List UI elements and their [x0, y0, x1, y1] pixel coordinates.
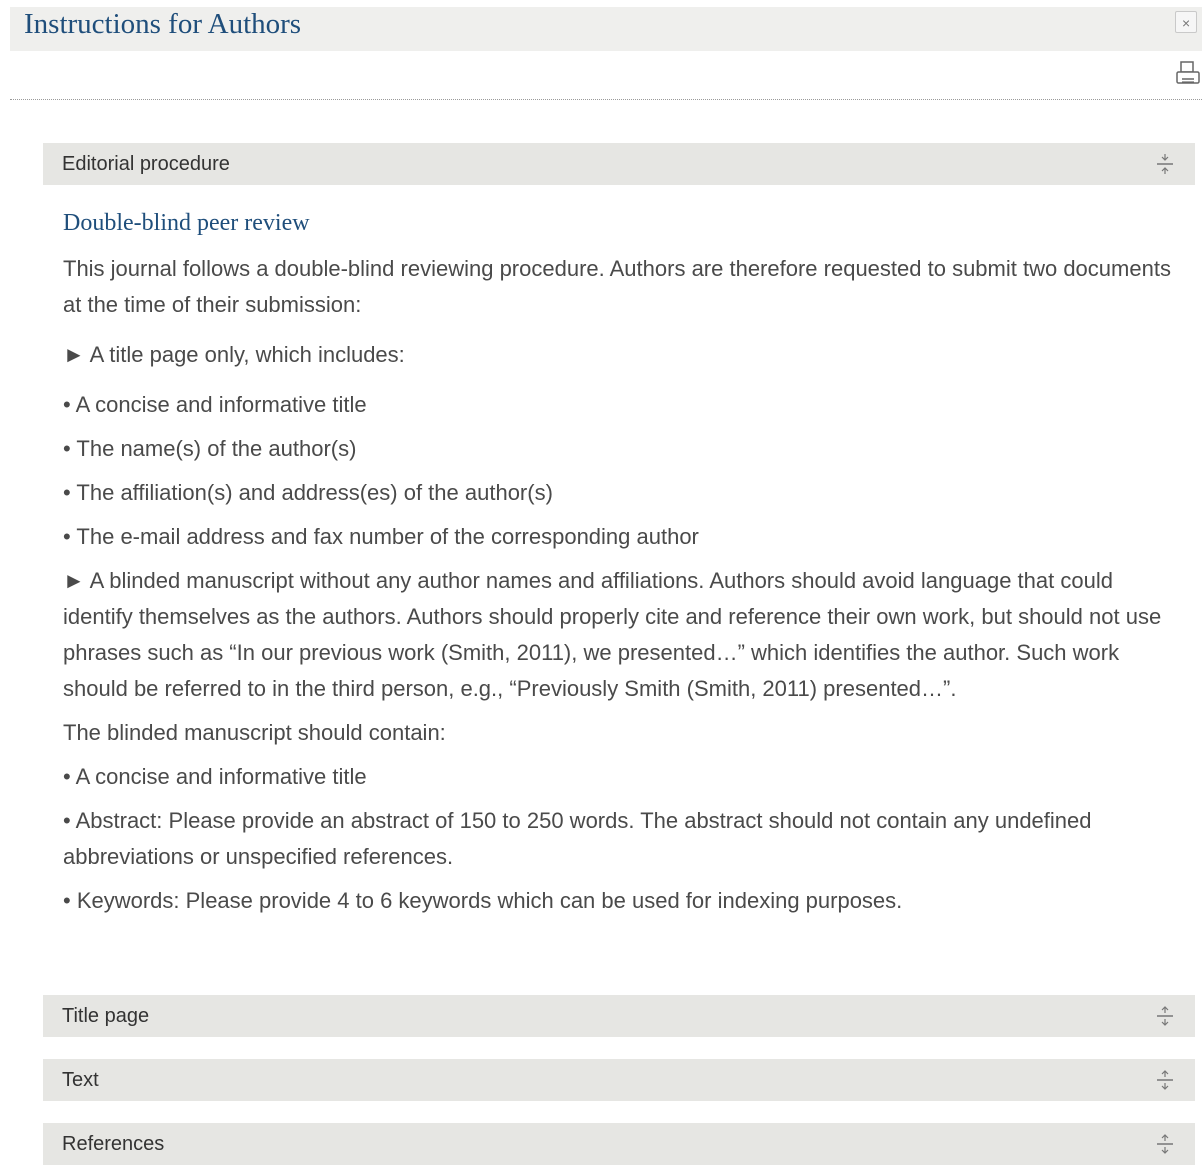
section-header-editorial-procedure[interactable]: Editorial procedure: [43, 143, 1195, 185]
expand-icon: [1157, 1006, 1173, 1026]
list-item: • Abstract: Please provide an abstract o…: [63, 808, 1092, 869]
sub-heading: Double-blind peer review: [63, 210, 310, 236]
paragraph: The blinded manuscript should contain:: [63, 720, 446, 745]
paragraph: This journal follows a double-blind revi…: [63, 256, 1171, 317]
page-title: Instructions for Authors: [24, 8, 302, 40]
list-item: • The name(s) of the author(s): [63, 436, 357, 461]
printer-icon: [1176, 61, 1200, 84]
list-item: ► A title page only, which includes:: [63, 342, 405, 367]
section-content-editorial-procedure: Double-blind peer review This journal fo…: [63, 209, 1183, 919]
section-header-text[interactable]: Text: [43, 1059, 1195, 1101]
section-label: Title page: [62, 1005, 150, 1027]
list-item: • Keywords: Please provide 4 to 6 keywor…: [63, 888, 903, 913]
expand-icon: [1157, 1134, 1173, 1154]
list-item: • A concise and informative title: [63, 764, 367, 789]
list-item: • A concise and informative title: [63, 392, 367, 417]
section-header-title-page[interactable]: Title page: [43, 995, 1195, 1037]
section-label: References: [62, 1133, 165, 1155]
collapse-icon: [1157, 154, 1173, 174]
expand-icon: [1157, 1070, 1173, 1090]
list-item: • The affiliation(s) and address(es) of …: [63, 480, 553, 505]
section-header-references[interactable]: References: [43, 1123, 1195, 1165]
title-bar: Instructions for Authors: [10, 7, 1202, 51]
paragraph: ► A blinded manuscript without any autho…: [63, 568, 1162, 701]
print-button[interactable]: [1174, 60, 1202, 90]
close-button[interactable]: ×: [1175, 11, 1197, 33]
close-icon: ×: [1182, 15, 1191, 31]
section-label: Text: [62, 1069, 99, 1091]
divider: [10, 99, 1202, 100]
list-item: • The e-mail address and fax number of t…: [63, 524, 699, 549]
section-label: Editorial procedure: [62, 153, 230, 175]
